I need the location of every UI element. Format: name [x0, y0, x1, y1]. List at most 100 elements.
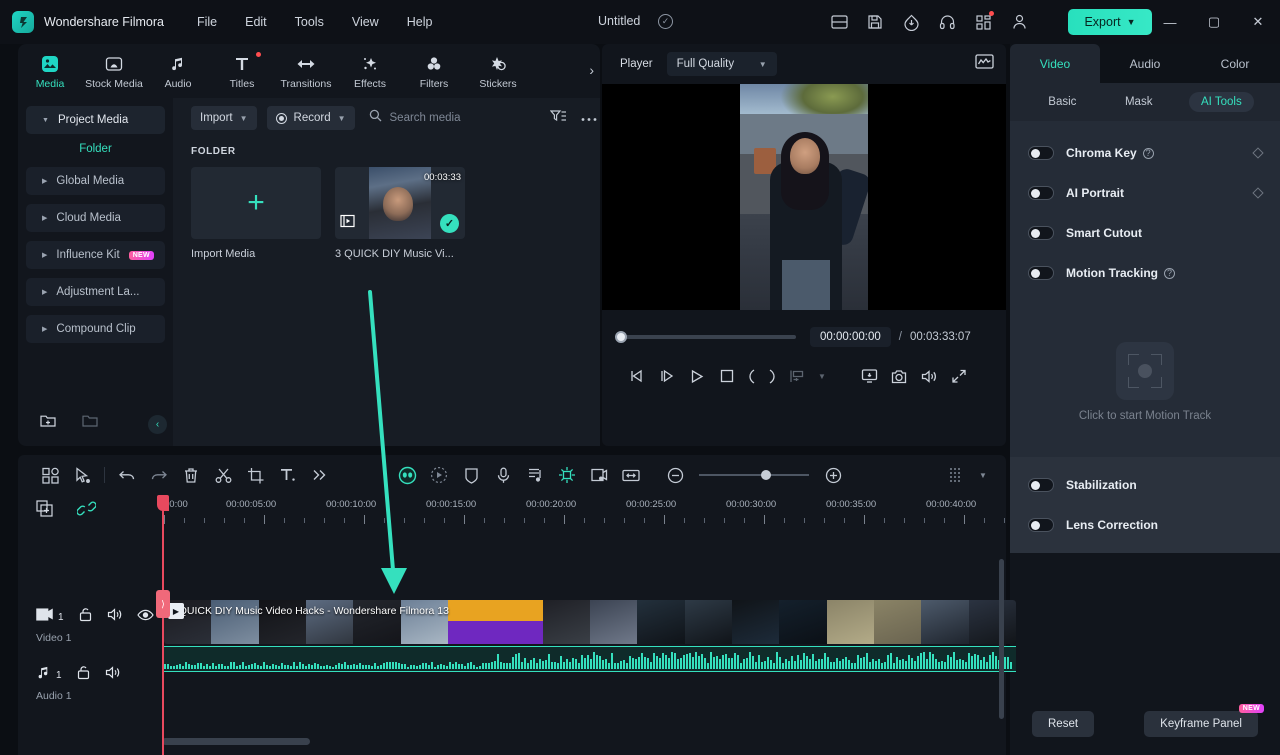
display-icon[interactable]: [854, 361, 884, 391]
shield-icon[interactable]: [455, 459, 487, 491]
delete-folder-icon[interactable]: [82, 413, 98, 433]
lens-correction-toggle[interactable]: [1028, 518, 1054, 532]
tab-audio[interactable]: Audio: [1100, 44, 1190, 83]
menu-tools[interactable]: Tools: [284, 11, 335, 33]
templates-grid-icon[interactable]: [34, 459, 66, 491]
record-button[interactable]: Record ▼: [266, 106, 355, 130]
help-icon[interactable]: ?: [1142, 147, 1154, 159]
seek-knob[interactable]: [615, 331, 627, 343]
auto-beat-icon[interactable]: [423, 459, 455, 491]
apps-grid-icon[interactable]: [972, 11, 994, 33]
close-button[interactable]: ✕: [1236, 0, 1280, 44]
chevron-down-icon[interactable]: ▼: [976, 459, 990, 491]
sidebar-item-global-media[interactable]: ▶ Global Media: [26, 167, 165, 195]
tab-media[interactable]: Media: [18, 44, 82, 98]
tab-video[interactable]: Video: [1010, 44, 1100, 83]
keyframe-panel-button[interactable]: Keyframe Panel NEW: [1144, 704, 1264, 737]
volume-icon[interactable]: [914, 361, 944, 391]
motion-tracking-toggle[interactable]: [1028, 266, 1054, 280]
menu-view[interactable]: View: [341, 11, 390, 33]
filter-icon[interactable]: [549, 109, 567, 128]
account-icon[interactable]: [1008, 11, 1030, 33]
chevron-right-icon[interactable]: ›: [589, 62, 594, 78]
redo-icon[interactable]: [143, 459, 175, 491]
crop-icon[interactable]: [239, 459, 271, 491]
sidebar-item-project-media[interactable]: ▼ Project Media: [26, 106, 165, 134]
link-icon[interactable]: [76, 500, 97, 522]
audio-clip[interactable]: [164, 646, 1016, 672]
ai-copilot-icon[interactable]: [391, 459, 423, 491]
tab-audio[interactable]: Audio: [146, 44, 210, 98]
text-tool-icon[interactable]: [271, 459, 303, 491]
play-icon[interactable]: [682, 361, 712, 391]
render-dropdown-icon[interactable]: ▼: [812, 361, 832, 391]
zoom-in-icon[interactable]: [817, 459, 849, 491]
subtab-basic[interactable]: Basic: [1036, 92, 1088, 112]
sidebar-item-influence-kit[interactable]: ▶ Influence Kit NEW: [26, 241, 165, 269]
media-clip-thumb[interactable]: 00:03:33 ✓: [335, 167, 465, 239]
chroma-key-toggle[interactable]: [1028, 146, 1054, 160]
help-icon[interactable]: ?: [1164, 267, 1176, 279]
maximize-button[interactable]: ▢: [1192, 0, 1236, 44]
split-scissors-icon[interactable]: [207, 459, 239, 491]
sidebar-item-cloud-media[interactable]: ▶ Cloud Media: [26, 204, 165, 232]
media-clip-card[interactable]: 00:03:33 ✓ 3 QUICK DIY Music Vi...: [335, 167, 465, 260]
import-media-thumb[interactable]: +: [191, 167, 321, 239]
waveform-scope-icon[interactable]: [975, 53, 994, 75]
save-icon[interactable]: [864, 11, 886, 33]
mark-in-icon[interactable]: [742, 361, 762, 391]
stop-icon[interactable]: [712, 361, 742, 391]
menu-edit[interactable]: Edit: [234, 11, 278, 33]
snapshot-icon[interactable]: [884, 361, 914, 391]
export-button[interactable]: Export ▼: [1068, 9, 1152, 35]
video-preview-canvas[interactable]: [602, 84, 1006, 310]
new-folder-icon[interactable]: [40, 413, 56, 433]
search-input[interactable]: [389, 112, 540, 124]
render-icon[interactable]: [782, 361, 812, 391]
screen-record-icon[interactable]: [583, 459, 615, 491]
sidebar-item-compound-clip[interactable]: ▶ Compound Clip: [26, 315, 165, 343]
sidebar-item-adjustment-layer[interactable]: ▶ Adjustment La...: [26, 278, 165, 306]
motion-track-start-area[interactable]: Click to start Motion Track: [1010, 307, 1280, 457]
more-chevrons-icon[interactable]: [303, 459, 335, 491]
lock-icon[interactable]: [78, 607, 93, 627]
smart-cutout-toggle[interactable]: [1028, 226, 1054, 240]
zoom-slider-knob[interactable]: [761, 470, 771, 480]
tab-filters[interactable]: Filters: [402, 44, 466, 98]
sidebar-collapse-button[interactable]: ‹: [148, 415, 167, 434]
zoom-slider[interactable]: [699, 470, 809, 480]
ai-sparkle-icon[interactable]: [551, 459, 583, 491]
timeline-ruler[interactable]: 00:00 00:00:05:00 00:00:10:00 00:00:15:0…: [144, 495, 1006, 525]
import-media-card[interactable]: + Import Media: [191, 167, 321, 260]
import-button[interactable]: Import ▼: [191, 106, 257, 130]
subtab-mask[interactable]: Mask: [1113, 92, 1164, 112]
more-dots-icon[interactable]: [581, 109, 597, 127]
clip-play-icon[interactable]: ▶: [168, 603, 184, 619]
timeline-horizontal-scrollbar[interactable]: [162, 738, 310, 745]
subtab-ai-tools[interactable]: AI Tools: [1189, 92, 1254, 112]
reset-button[interactable]: Reset: [1032, 711, 1095, 737]
tab-titles[interactable]: Titles: [210, 44, 274, 98]
select-cursor-icon[interactable]: [66, 459, 98, 491]
minimize-button[interactable]: —: [1148, 0, 1192, 44]
ai-portrait-toggle[interactable]: [1028, 186, 1054, 200]
audio-list-icon[interactable]: [519, 459, 551, 491]
prev-frame-icon[interactable]: [622, 361, 652, 391]
grid-view-icon[interactable]: [940, 459, 972, 491]
mute-icon[interactable]: [107, 607, 123, 627]
tab-stickers[interactable]: Stickers: [466, 44, 530, 98]
mic-icon[interactable]: [487, 459, 519, 491]
tab-color[interactable]: Color: [1190, 44, 1280, 83]
menu-help[interactable]: Help: [396, 11, 444, 33]
zoom-out-icon[interactable]: [659, 459, 691, 491]
layout-icon[interactable]: [828, 11, 850, 33]
current-timecode[interactable]: 00:00:00:00: [810, 327, 891, 347]
undo-icon[interactable]: [111, 459, 143, 491]
mark-out-icon[interactable]: [762, 361, 782, 391]
tab-transitions[interactable]: Transitions: [274, 44, 338, 98]
keyframe-diamond-icon[interactable]: [1252, 147, 1264, 159]
playhead[interactable]: [157, 495, 169, 755]
fit-icon[interactable]: [615, 459, 647, 491]
mute-icon[interactable]: [105, 665, 121, 685]
headset-icon[interactable]: [936, 11, 958, 33]
